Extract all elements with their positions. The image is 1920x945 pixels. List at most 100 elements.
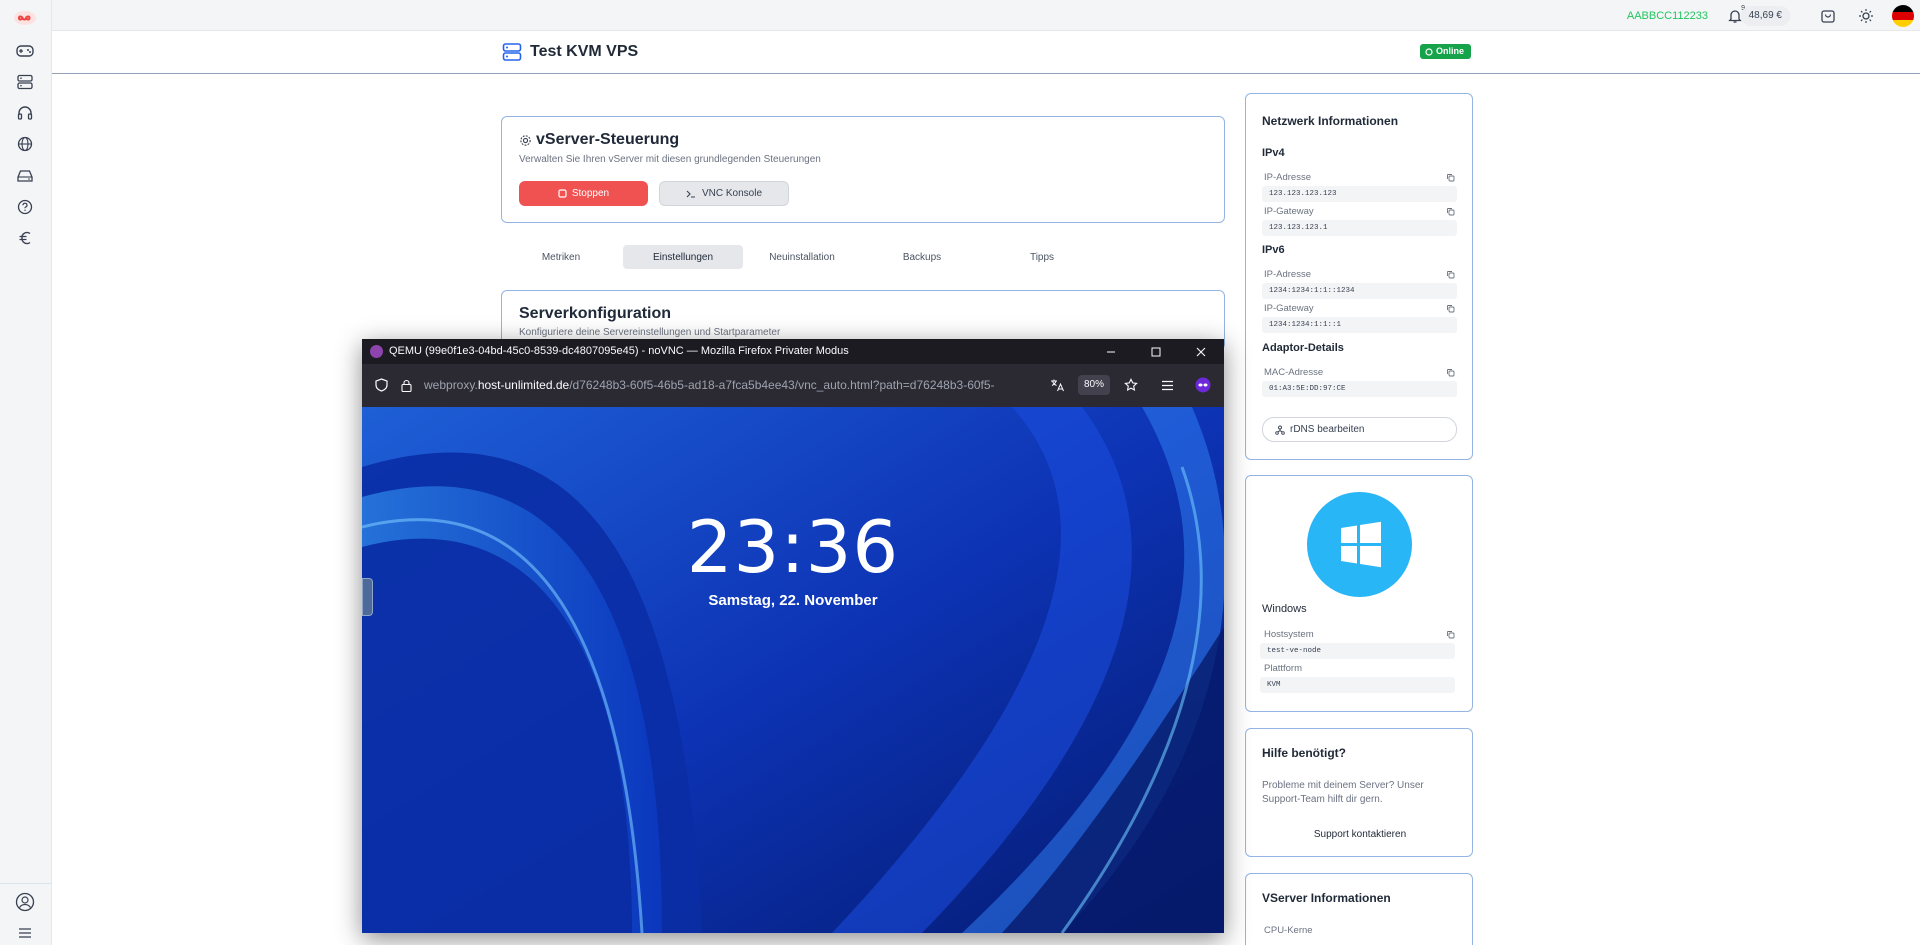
sidebar — [0, 0, 52, 945]
private-mask-icon[interactable] — [1194, 376, 1212, 394]
status-label: Online — [1436, 46, 1465, 56]
globe-icon[interactable] — [14, 133, 36, 155]
platform-label: Plattform — [1264, 663, 1303, 674]
customer-id[interactable]: AABBCC112233 — [1627, 10, 1708, 22]
close-icon[interactable] — [1179, 339, 1223, 364]
menu-icon[interactable] — [14, 922, 36, 944]
lockscreen-date: Samstag, 22. November — [708, 592, 878, 609]
os-info-card: Windows Hostsystem test-ve-node Plattfor… — [1245, 475, 1473, 712]
ipv4-gateway-label: IP-Gateway — [1264, 206, 1314, 217]
tab-bar: Metriken Einstellungen Neuinstallation B… — [501, 245, 1225, 269]
minimize-icon[interactable] — [1089, 339, 1133, 364]
shield-icon[interactable] — [372, 376, 390, 394]
zoom-level[interactable]: 80% — [1078, 375, 1111, 395]
copy-icon[interactable] — [1446, 630, 1455, 639]
drive-icon[interactable] — [14, 165, 36, 187]
mac-value[interactable]: 01:A3:5E:DD:97:CE — [1262, 381, 1457, 397]
adaptor-heading: Adaptor-Details — [1262, 342, 1344, 354]
url-field[interactable]: webproxy.host-unlimited.de/d76248b3-60f5… — [424, 378, 1009, 392]
network-info-card: Netzwerk Informationen IPv4 IP-Adresse 1… — [1245, 93, 1473, 460]
tab-reinstall[interactable]: Neuinstallation — [742, 245, 862, 269]
host-value[interactable]: test-ve-node — [1260, 643, 1455, 659]
sidebar-divider — [0, 883, 52, 884]
stop-icon — [558, 189, 567, 198]
logo-icon[interactable] — [12, 8, 38, 28]
cart-icon[interactable] — [1818, 6, 1838, 26]
edit-rdns-button[interactable]: rDNS bearbeiten — [1262, 417, 1457, 442]
ipv6-heading: IPv6 — [1262, 244, 1285, 256]
balance-badge[interactable]: 48,69 € — [1740, 6, 1790, 26]
platform-value[interactable]: KVM — [1260, 677, 1455, 693]
url-prefix: webproxy. — [424, 378, 478, 392]
help-text: Probleme mit deinem Server? Unser Suppor… — [1262, 780, 1424, 805]
windows-wallpaper — [362, 407, 1224, 933]
ipv6-gateway-value[interactable]: 1234:1234:1:1::1 — [1262, 317, 1457, 333]
sun-icon[interactable] — [1856, 6, 1876, 26]
controller-icon[interactable] — [14, 40, 36, 62]
contact-support-link[interactable]: Support kontaktieren — [1246, 829, 1474, 840]
maximize-icon[interactable] — [1134, 339, 1178, 364]
window-title: QEMU (99e0f1e3-04bd-45c0-8539-dc4807095e… — [389, 345, 849, 357]
star-icon[interactable] — [1122, 376, 1140, 394]
host-label: Hostsystem — [1264, 629, 1314, 640]
ipv4-gateway-value[interactable]: 123.123.123.1 — [1262, 220, 1457, 236]
stop-button[interactable]: Stoppen — [519, 181, 648, 206]
vserver-info-card: VServer Informationen CPU-Kerne — [1245, 873, 1473, 945]
user-icon[interactable] — [14, 891, 36, 913]
tab-settings[interactable]: Einstellungen — [623, 245, 743, 269]
gear-icon — [520, 135, 531, 146]
rdns-label: rDNS bearbeiten — [1290, 424, 1365, 435]
ipv4-address-value[interactable]: 123.123.123.123 — [1262, 186, 1457, 202]
window-titlebar[interactable]: QEMU (99e0f1e3-04bd-45c0-8539-dc4807095e… — [362, 339, 1224, 364]
lockscreen-time: 23:36 — [686, 505, 900, 589]
vnc-label: VNC Konsole — [701, 188, 763, 199]
url-path: /d76248b3-60f5-46b5-ad18-a7fca5b4ee43/vn… — [569, 378, 995, 392]
status-badge: Online — [1420, 44, 1472, 59]
tab-metrics[interactable]: Metriken — [501, 245, 621, 269]
tab-backups[interactable]: Backups — [862, 245, 982, 269]
tab-tips[interactable]: Tipps — [982, 245, 1102, 269]
vnc-console-button[interactable]: VNC Konsole — [659, 181, 789, 206]
vserver-control-card: vServer-Steuerung Verwalten Sie Ihren vS… — [501, 116, 1225, 223]
private-browsing-icon — [370, 345, 383, 358]
page-header: Test KVM VPS Online — [52, 31, 1920, 74]
copy-icon[interactable] — [1446, 304, 1455, 313]
help-title: Hilfe benötigt? — [1262, 746, 1346, 760]
ipv4-address-label: IP-Adresse — [1264, 172, 1311, 183]
ipv6-address-label: IP-Adresse — [1264, 269, 1311, 280]
copy-icon[interactable] — [1446, 368, 1455, 377]
german-flag-icon[interactable] — [1892, 5, 1914, 27]
network-title: Netzwerk Informationen — [1262, 114, 1399, 128]
mac-label: MAC-Adresse — [1264, 367, 1324, 378]
copy-icon[interactable] — [1446, 207, 1455, 216]
windows-logo-icon — [1307, 492, 1412, 597]
copy-icon[interactable] — [1446, 173, 1455, 182]
help-icon[interactable] — [14, 196, 36, 218]
os-name: Windows — [1262, 603, 1307, 615]
ipv4-heading: IPv4 — [1262, 147, 1285, 159]
cpu-cores-label: CPU-Kerne — [1264, 925, 1313, 936]
lock-icon[interactable] — [397, 376, 415, 394]
terminal-icon — [686, 190, 695, 198]
control-subtitle: Verwalten Sie Ihren vServer mit diesen g… — [519, 154, 821, 165]
control-title: vServer-Steuerung — [536, 131, 680, 148]
page-title: Test KVM VPS — [530, 43, 639, 60]
ipv6-gateway-label: IP-Gateway — [1264, 303, 1314, 314]
server-icon — [502, 43, 522, 61]
server-icon[interactable] — [14, 71, 36, 93]
config-title: Serverkonfiguration — [519, 305, 672, 322]
url-host: host-unlimited.de — [477, 378, 570, 392]
vserver-info-title: VServer Informationen — [1262, 891, 1391, 905]
network-icon — [1275, 425, 1285, 435]
copy-icon[interactable] — [1446, 270, 1455, 279]
address-bar[interactable]: webproxy.host-unlimited.de/d76248b3-60f5… — [362, 364, 1224, 407]
firefox-popup-window[interactable]: QEMU (99e0f1e3-04bd-45c0-8539-dc4807095e… — [362, 339, 1224, 933]
hamburger-menu-icon[interactable] — [1158, 376, 1176, 394]
euro-icon[interactable] — [14, 227, 36, 249]
help-card: Hilfe benötigt? Probleme mit deinem Serv… — [1245, 728, 1473, 857]
ipv6-address-value[interactable]: 1234:1234:1:1::1234 — [1262, 283, 1457, 299]
translate-icon[interactable] — [1048, 376, 1066, 394]
online-icon — [1425, 47, 1433, 56]
headset-icon[interactable] — [14, 102, 36, 124]
vnc-screen[interactable]: 23:36 Samstag, 22. November — [362, 407, 1224, 933]
